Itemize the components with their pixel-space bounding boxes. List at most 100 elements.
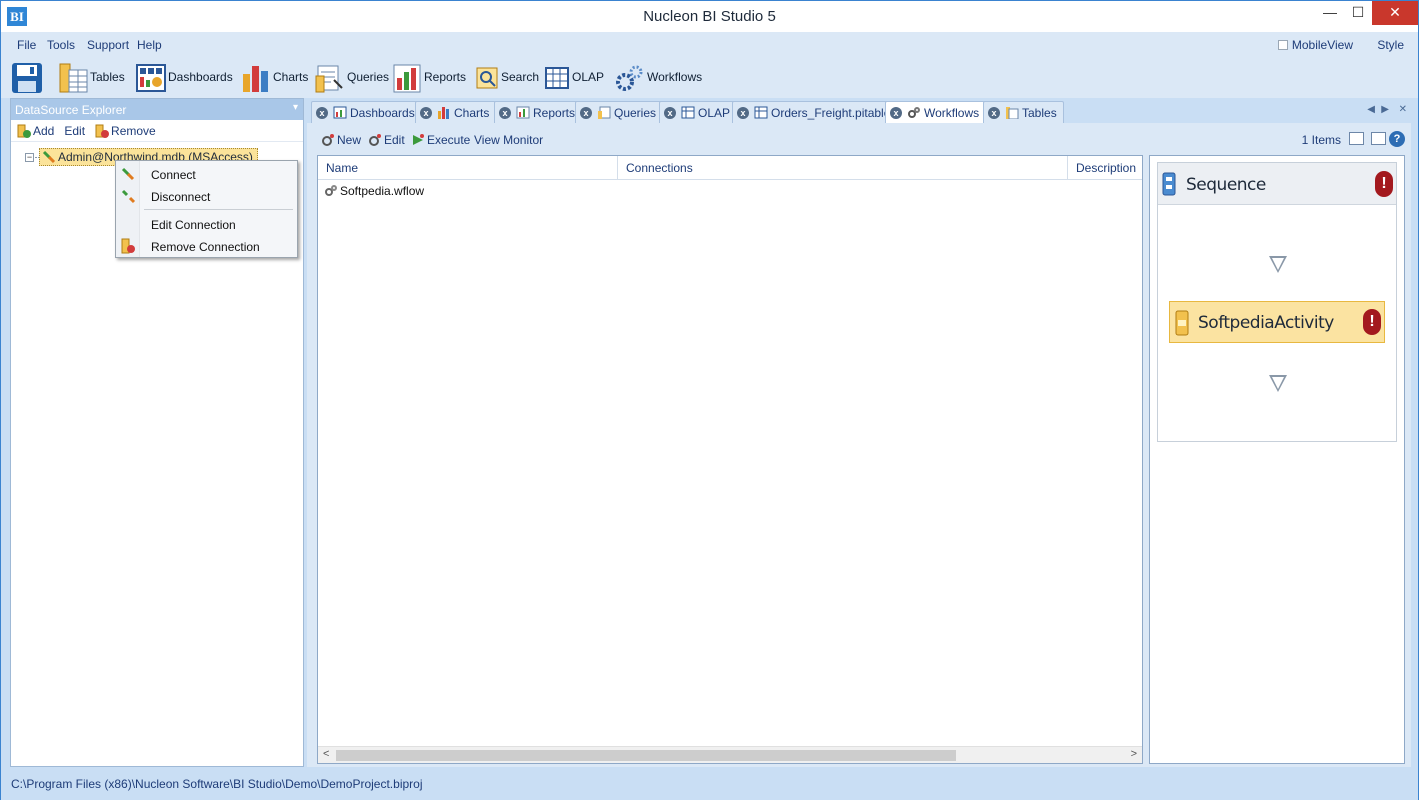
activity-title: SoftpediaActivity xyxy=(1198,313,1334,333)
toolbar-reports-button[interactable]: Reports xyxy=(391,59,466,95)
menu-bar: File Tools Support Help MobileView Style xyxy=(1,32,1418,56)
minimize-button[interactable]: — xyxy=(1316,1,1344,25)
tab-charts-label: Charts xyxy=(454,105,490,120)
charts-tab-icon xyxy=(437,106,451,119)
reports-icon xyxy=(391,62,421,93)
maximize-button[interactable]: ☐ xyxy=(1344,1,1372,25)
tab-close-icon[interactable]: x xyxy=(890,106,902,119)
column-connections[interactable]: Connections xyxy=(618,156,1068,180)
main-toolbar: Tables Dashboards Charts Queries Reports xyxy=(1,56,1418,98)
scroll-right-icon[interactable]: > xyxy=(1131,748,1137,760)
tab-charts[interactable]: x Charts xyxy=(415,101,497,123)
tab-close-icon[interactable]: x xyxy=(580,106,592,119)
edit-workflow-label: Edit xyxy=(384,133,405,147)
context-connect[interactable]: Connect xyxy=(116,163,297,185)
status-bar: C:\Program Files (x86)\Nucleon Software\… xyxy=(1,772,1418,800)
column-description[interactable]: Description xyxy=(1068,156,1144,180)
list-item[interactable]: Softpedia.wflow xyxy=(324,183,424,199)
tree-expander[interactable]: − xyxy=(25,153,34,162)
charts-icon xyxy=(240,62,270,92)
tab-scroll-left-icon[interactable]: ◀ xyxy=(1367,104,1375,115)
edit-datasource-button[interactable]: Edit xyxy=(64,124,85,138)
tab-dashboards[interactable]: x Dashboards xyxy=(311,101,422,123)
tab-strip: x Dashboards x Charts x Reports x Querie… xyxy=(307,98,1411,123)
new-workflow-button[interactable]: New xyxy=(321,133,361,147)
tab-close-icon[interactable]: x xyxy=(420,106,432,119)
datasource-toolbar: Add Edit Remove xyxy=(11,120,303,142)
items-count: 1 Items xyxy=(1301,133,1341,147)
toolbar-search-button[interactable]: Search xyxy=(476,59,539,95)
sequence-activity[interactable]: Sequence ! SoftpediaActivity ! xyxy=(1157,162,1397,442)
toolbar-workflows-button[interactable]: Workflows xyxy=(614,59,702,95)
grid-view-icon[interactable] xyxy=(1371,132,1386,145)
drop-arrow-icon[interactable] xyxy=(1269,256,1287,273)
tab-olap[interactable]: x OLAP xyxy=(659,101,738,123)
olap-icon xyxy=(545,62,569,92)
menu-style[interactable]: Style xyxy=(1377,38,1404,52)
toolbar-olap-button[interactable]: OLAP xyxy=(545,59,604,95)
tab-tables[interactable]: x Tables xyxy=(983,101,1064,123)
tab-close-icon[interactable]: x xyxy=(499,106,511,119)
sequence-title: Sequence xyxy=(1186,175,1266,195)
tab-close-icon[interactable]: x xyxy=(664,106,676,119)
floppy-disk-icon xyxy=(11,62,42,93)
view-monitor-button[interactable]: View Monitor xyxy=(474,133,543,147)
context-disconnect[interactable]: Disconnect xyxy=(116,185,297,207)
context-menu: Connect Disconnect Edit Connection Remov… xyxy=(115,160,298,258)
scroll-left-icon[interactable]: < xyxy=(323,748,329,760)
sequence-error-icon: ! xyxy=(1375,171,1393,197)
tab-scroll-right-icon[interactable]: ▶ xyxy=(1381,104,1389,115)
toolbar-dashboards-button[interactable]: Dashboards xyxy=(135,59,233,95)
toolbar-dashboards-label: Dashboards xyxy=(168,70,233,84)
menu-help[interactable]: Help xyxy=(137,38,162,52)
close-button[interactable]: ✕ xyxy=(1372,1,1418,25)
activity-icon xyxy=(1175,310,1189,336)
gears-tab-icon xyxy=(907,106,921,119)
tab-close-all-icon[interactable]: ✕ xyxy=(1399,104,1407,115)
toolbar-charts-button[interactable]: Charts xyxy=(240,59,308,95)
list-header: Name Connections Description xyxy=(318,156,1142,180)
remove-connection-icon xyxy=(120,238,136,254)
mobileview-checkbox[interactable] xyxy=(1277,40,1288,50)
execute-workflow-label: Execute xyxy=(427,133,471,147)
add-datasource-button[interactable]: Add xyxy=(17,124,54,138)
workflows-toolbar: New Edit Execute View Monitor 1 Items ? xyxy=(313,128,1407,150)
disconnect-icon xyxy=(120,188,136,204)
toolbar-tables-button[interactable]: Tables xyxy=(57,59,125,95)
horizontal-scrollbar[interactable]: < > xyxy=(318,746,1142,763)
mobileview-toggle[interactable]: MobileView xyxy=(1277,38,1353,52)
menu-support[interactable]: Support xyxy=(87,38,129,52)
window-title: Nucleon BI Studio 5 xyxy=(643,8,776,25)
tab-close-icon[interactable]: x xyxy=(737,106,749,119)
remove-datasource-button[interactable]: Remove xyxy=(95,124,156,138)
help-icon[interactable]: ? xyxy=(1389,131,1405,147)
tab-close-icon[interactable]: x xyxy=(316,106,328,119)
toolbar-reports-label: Reports xyxy=(424,70,467,84)
menu-tools[interactable]: Tools xyxy=(47,38,75,52)
execute-workflow-button[interactable]: Execute xyxy=(411,133,470,147)
scrollbar-thumb[interactable] xyxy=(336,750,956,761)
context-edit-connection[interactable]: Edit Connection xyxy=(116,213,297,235)
sequence-icon xyxy=(1162,172,1176,196)
tab-orders-freight[interactable]: x Orders_Freight.pitable xyxy=(732,101,898,123)
tab-olap-label: OLAP xyxy=(698,105,731,120)
tab-workflows-label: Workflows xyxy=(924,105,980,120)
tab-queries[interactable]: x Queries xyxy=(575,101,664,123)
drop-arrow-icon[interactable] xyxy=(1269,375,1287,392)
tab-close-icon[interactable]: x xyxy=(988,106,1000,119)
context-menu-separator xyxy=(144,209,293,210)
toolbar-queries-button[interactable]: Queries xyxy=(314,59,389,95)
tab-workflows[interactable]: x Workflows xyxy=(885,101,987,123)
context-edit-connection-label: Edit Connection xyxy=(151,218,236,232)
activity-error-icon: ! xyxy=(1363,309,1381,335)
tab-reports[interactable]: x Reports xyxy=(494,101,583,123)
details-view-icon[interactable] xyxy=(1349,132,1364,145)
pin-icon[interactable]: ▾ xyxy=(293,102,298,113)
edit-workflow-button[interactable]: Edit xyxy=(368,133,405,147)
workflow-designer: Sequence ! SoftpediaActivity ! xyxy=(1149,155,1405,764)
context-remove-connection[interactable]: Remove Connection xyxy=(116,235,297,257)
softpedia-activity[interactable]: SoftpediaActivity ! xyxy=(1169,301,1385,343)
save-button[interactable] xyxy=(11,59,44,95)
column-name[interactable]: Name xyxy=(318,156,618,180)
menu-file[interactable]: File xyxy=(17,38,36,52)
